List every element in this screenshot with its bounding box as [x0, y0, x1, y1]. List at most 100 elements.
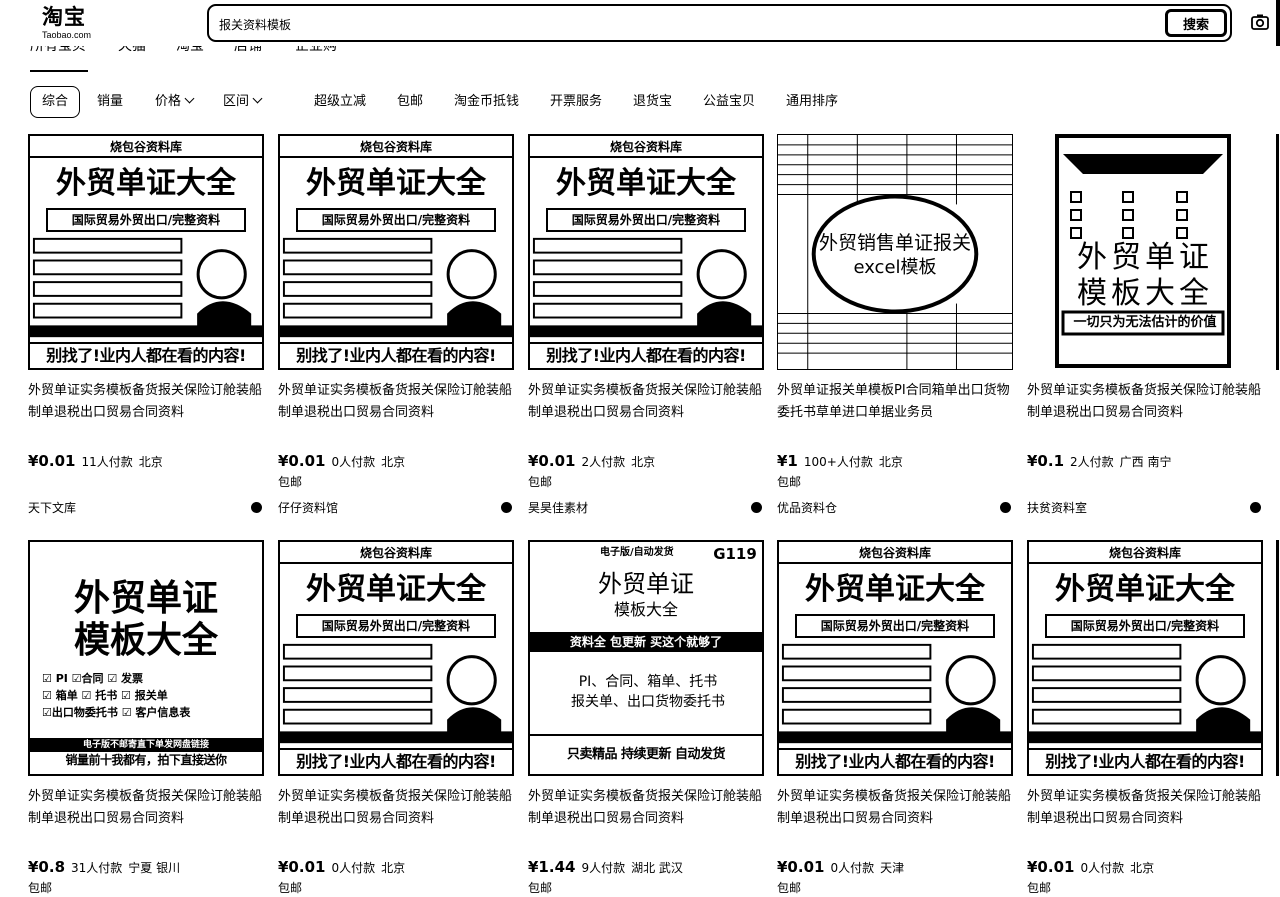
product-thumbnail[interactable]: 烧包谷资料库 外贸单证大全 国际贸易外贸出口/完整资料 别找了!业内人都在看的内… [777, 540, 1013, 776]
thumb-band: 资料全 包更新 买这个就够了 [530, 632, 762, 652]
product-thumbnail[interactable]: 外贸单证 模板大全 一切只为无法估计的价值 [1027, 134, 1263, 370]
filter-charity[interactable]: 公益宝贝 [703, 86, 755, 118]
product-thumbnail[interactable]: 烧包谷资料库 外贸单证大全 国际贸易外贸出口/完整资料 别找了!业内人都在看的内… [528, 134, 764, 370]
thumb-illustration [779, 643, 1011, 744]
product-card[interactable]: 烧包谷资料库 外贸单证大全 国际贸易外贸出口/完整资料 别找了!业内人都在看的内… [28, 134, 264, 529]
tab-tmall[interactable]: 天猫 [118, 46, 146, 55]
product-title[interactable]: 外贸单证实务模板备货报关保险订舱装船制单退税出口贸易合同资料 [28, 786, 264, 830]
tab-shops[interactable]: 店铺 [234, 46, 262, 55]
sales-count: 0人付款 [1080, 861, 1125, 875]
product-thumbnail[interactable]: 外贸销售单证报关 excel模板 [777, 134, 1013, 370]
filter-taojinbi[interactable]: 淘金币抵钱 [454, 86, 519, 118]
product-price: ¥0.01 [528, 452, 576, 470]
shop-name: 扶贫资料室 [1027, 501, 1088, 515]
search-button[interactable]: 搜索 [1165, 9, 1227, 37]
shop-icon[interactable] [1000, 502, 1011, 513]
product-card[interactable]: 外贸单证 模板大全 ☑ PI ☑合同 ☑ 发票 ☑ 箱单 ☑ 托书 ☑ 报关单 … [28, 540, 264, 897]
product-price: ¥1 [777, 452, 798, 470]
shop-name: 昊昊佳素材 [528, 501, 589, 515]
shop-link[interactable]: 扶贫资料室 [1027, 498, 1263, 518]
product-thumbnail[interactable]: 烧包谷资料库 外贸单证大全 国际贸易外贸出口/完整资料 别找了!业内人都在看的内… [1027, 540, 1263, 776]
shipping-tag: 包邮 [1027, 881, 1052, 895]
price-row: ¥1 100+人付款 北京 [777, 450, 1013, 473]
thumb-brand: 烧包谷资料库 [280, 542, 512, 564]
product-card[interactable]: 烧包谷资料库 外贸单证大全 国际贸易外贸出口/完整资料 别找了!业内人都在看的内… [1027, 540, 1263, 897]
product-title[interactable]: 外贸单证报关单模板PI合同箱单出口货物委托书草单进口单据业务员 [777, 380, 1013, 424]
shipping-tag: 包邮 [28, 881, 53, 895]
thumb-brand: 烧包谷资料库 [1029, 542, 1261, 564]
product-title[interactable]: 外贸单证实务模板备货报关保险订舱装船制单退税出口贸易合同资料 [1027, 786, 1263, 830]
product-title[interactable]: 外贸单证实务模板备货报关保险订舱装船制单退税出口贸易合同资料 [1027, 380, 1263, 424]
product-title[interactable]: 外贸单证实务模板备货报关保险订舱装船制单退税出口贸易合同资料 [28, 380, 264, 424]
location: 宁夏 银川 [128, 861, 181, 875]
sort-sales[interactable]: 销量 [97, 86, 123, 118]
location: 北京 [631, 455, 656, 469]
location: 北京 [381, 861, 406, 875]
price-filter[interactable]: 价格 [155, 86, 195, 118]
taobao-logo[interactable]: 淘宝 Taobao.com [42, 4, 122, 40]
sales-count: 0人付款 [331, 455, 376, 469]
shop-icon[interactable] [501, 502, 512, 513]
price-row: ¥0.01 0人付款 天津 [777, 856, 1013, 879]
shop-link[interactable]: 天下文库 [28, 498, 264, 518]
shop-icon[interactable] [751, 502, 762, 513]
thumb-code: G119 [713, 545, 757, 563]
checklist-line: ☑出口物委托书 ☑ 客户信息表 [42, 706, 191, 719]
tab-enterprise[interactable]: 企业购 [295, 46, 337, 55]
product-card[interactable]: 电子版/自动发货 G119 外贸单证 模板大全 资料全 包更新 买这个就够了 P… [528, 540, 764, 897]
price-row: ¥0.1 2人付款 广西 南宁 [1027, 450, 1263, 473]
filter-invoice[interactable]: 开票服务 [550, 86, 602, 118]
price-row: ¥0.01 2人付款 北京 [528, 450, 764, 473]
thumb-bottom: 别找了!业内人都在看的内容! [779, 748, 1011, 774]
thumb-headline: 外贸单证 [1077, 240, 1213, 275]
search-input[interactable] [219, 12, 1119, 36]
shop-link[interactable]: 昊昊佳素材 [528, 498, 764, 518]
thumb-bottom: 别找了!业内人都在看的内容! [280, 748, 512, 774]
product-price: ¥0.01 [777, 858, 825, 876]
tab-taobao[interactable]: 淘宝 [176, 46, 204, 55]
filter-general-sort[interactable]: 通用排序 [786, 86, 838, 118]
sales-count: 0人付款 [830, 861, 875, 875]
product-thumbnail[interactable]: 电子版/自动发货 G119 外贸单证 模板大全 资料全 包更新 买这个就够了 P… [528, 540, 764, 776]
product-card[interactable]: 外贸单证 模板大全 一切只为无法估计的价值 外贸单证实务模板备货报关保险订舱装船… [1027, 134, 1263, 529]
product-title[interactable]: 外贸单证实务模板备货报关保险订舱装船制单退税出口贸易合同资料 [528, 380, 764, 424]
price-row: ¥0.01 0人付款 北京 [278, 856, 514, 879]
product-thumbnail[interactable]: 烧包谷资料库 外贸单证大全 国际贸易外贸出口/完整资料 别找了!业内人都在看的内… [28, 134, 264, 370]
filter-super-discount[interactable]: 超级立减 [314, 86, 366, 118]
shop-link[interactable]: 优品资料仓 [777, 498, 1013, 518]
product-title[interactable]: 外贸单证实务模板备货报关保险订舱装船制单退税出口贸易合同资料 [278, 786, 514, 830]
shop-icon[interactable] [251, 502, 262, 513]
product-title[interactable]: 外贸单证实务模板备货报关保险订舱装船制单退税出口贸易合同资料 [278, 380, 514, 424]
thumb-sub: excel模板 [853, 257, 937, 278]
product-thumbnail[interactable]: 烧包谷资料库 外贸单证大全 国际贸易外贸出口/完整资料 别找了!业内人都在看的内… [278, 134, 514, 370]
tab-all-items[interactable]: 所有宝贝 [30, 46, 86, 55]
region-filter[interactable]: 区间 [223, 86, 263, 118]
product-thumbnail[interactable]: 烧包谷资料库 外贸单证大全 国际贸易外贸出口/完整资料 别找了!业内人都在看的内… [278, 540, 514, 776]
camera-icon[interactable] [1250, 12, 1270, 32]
price-row: ¥0.8 31人付款 宁夏 银川 [28, 856, 264, 879]
product-card[interactable]: 烧包谷资料库 外贸单证大全 国际贸易外贸出口/完整资料 别找了!业内人都在看的内… [777, 540, 1013, 897]
product-card[interactable]: 烧包谷资料库 外贸单证大全 国际贸易外贸出口/完整资料 别找了!业内人都在看的内… [528, 134, 764, 529]
location: 北京 [878, 455, 903, 469]
product-title[interactable]: 外贸单证实务模板备货报关保险订舱装船制单退税出口贸易合同资料 [777, 786, 1013, 830]
product-title[interactable]: 外贸单证实务模板备货报关保险订舱装船制单退税出口贸易合同资料 [528, 786, 764, 830]
shop-link[interactable]: 仔仔资料馆 [278, 498, 514, 518]
product-price: ¥0.8 [28, 858, 66, 876]
thumb-brand: 烧包谷资料库 [530, 136, 762, 158]
filter-return-insurance[interactable]: 退货宝 [633, 86, 672, 118]
sort-default[interactable]: 综合 [30, 86, 81, 118]
product-thumbnail[interactable]: 外贸单证 模板大全 ☑ PI ☑合同 ☑ 发票 ☑ 箱单 ☑ 托书 ☑ 报关单 … [28, 540, 264, 776]
sales-count: 31人付款 [71, 861, 123, 875]
thumb-lines: PI、合同、箱单、托书 报关单、出口货物委托书 [530, 672, 762, 712]
thumb-line: PI、合同、箱单、托书 [578, 674, 718, 690]
shop-icon[interactable] [1250, 502, 1261, 513]
product-price: ¥0.1 [1027, 452, 1065, 470]
thumb-headline: 外贸单证大全 [306, 572, 486, 607]
thumb-headline-2: 模板大全 [73, 620, 218, 661]
location: 北京 [138, 455, 163, 469]
product-price: ¥0.01 [278, 858, 326, 876]
product-card[interactable]: 外贸销售单证报关 excel模板 外贸单证报关单模板PI合同箱单出口货物委托书草… [777, 134, 1013, 529]
product-card[interactable]: 烧包谷资料库 外贸单证大全 国际贸易外贸出口/完整资料 别找了!业内人都在看的内… [278, 134, 514, 529]
filter-free-shipping[interactable]: 包邮 [397, 86, 423, 118]
product-card[interactable]: 烧包谷资料库 外贸单证大全 国际贸易外贸出口/完整资料 别找了!业内人都在看的内… [278, 540, 514, 897]
